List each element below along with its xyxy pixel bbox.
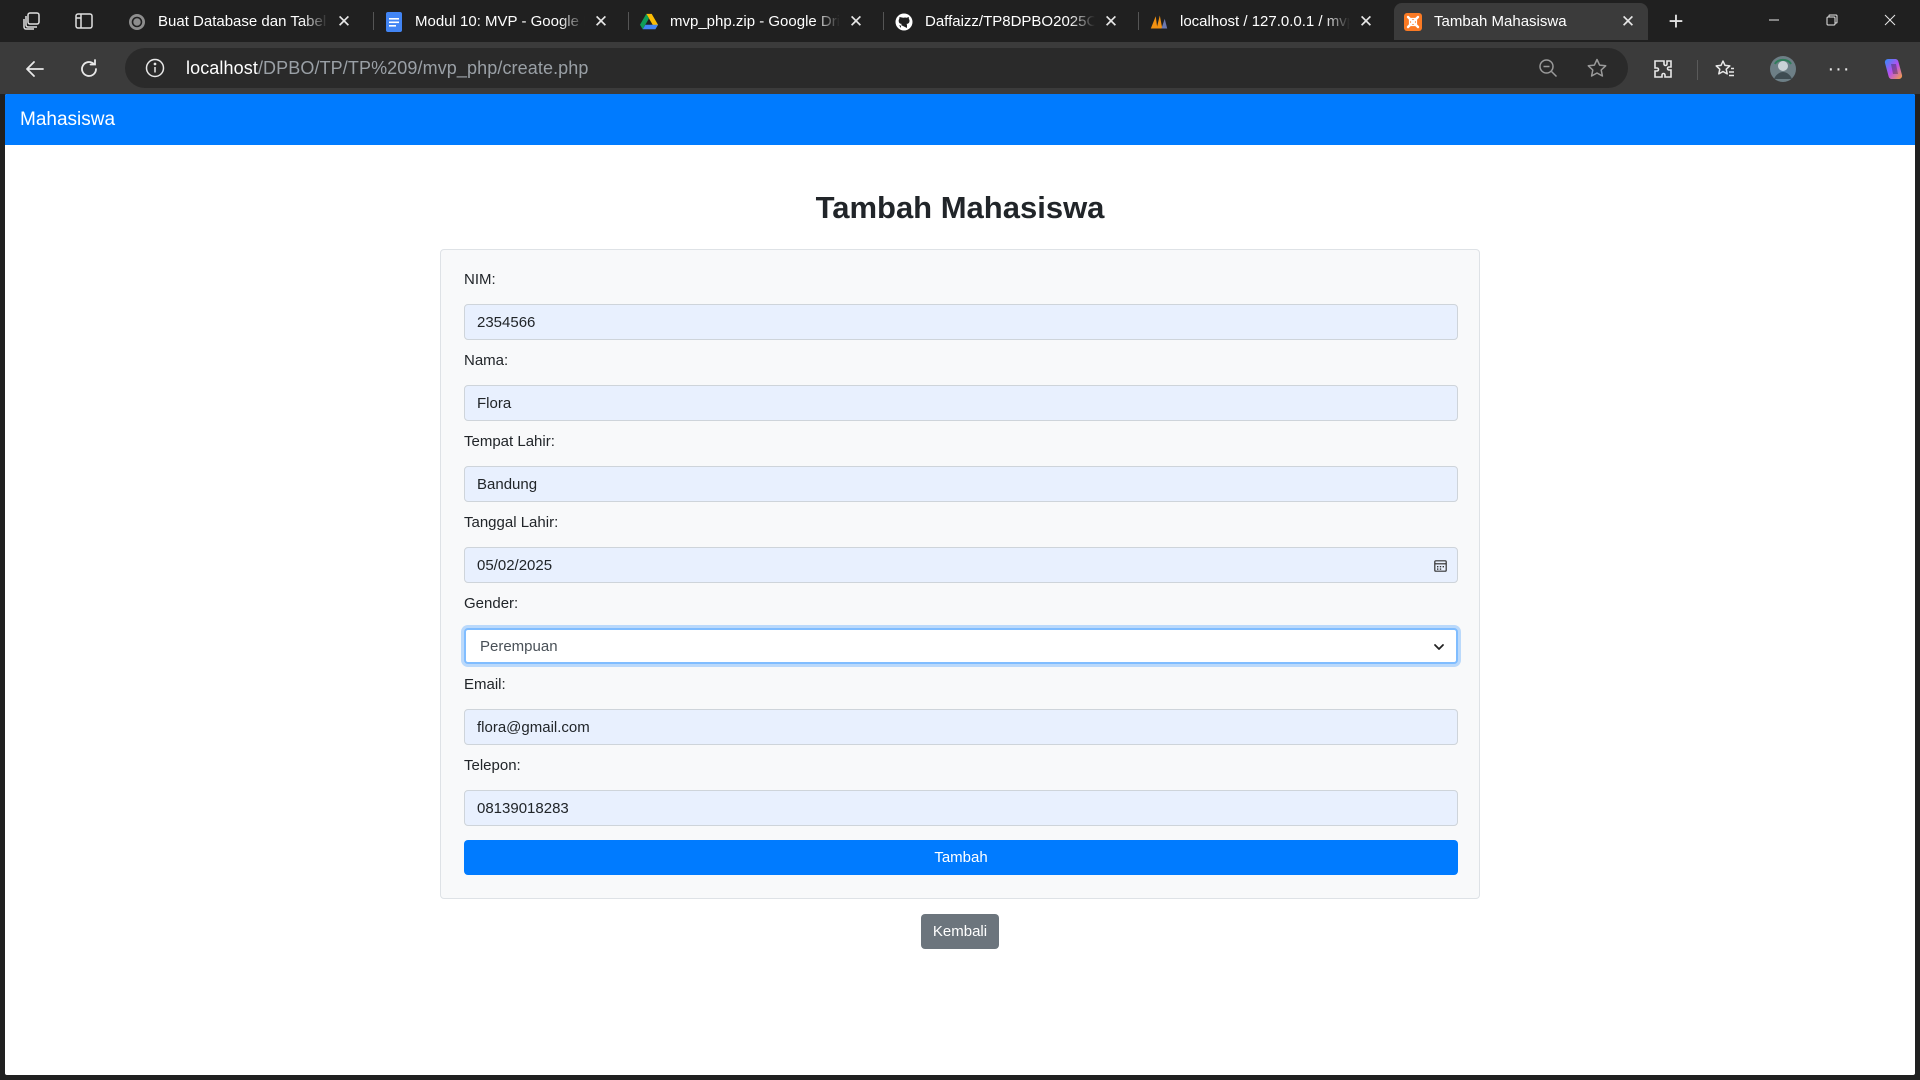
tempat-lahir-input[interactable]: Bandung	[464, 466, 1458, 502]
telepon-input[interactable]: 08139018283	[464, 790, 1458, 826]
new-tab-icon[interactable]: +	[1660, 6, 1692, 36]
extensions-icon[interactable]	[1646, 52, 1680, 86]
tab-title: Tambah Mahasiswa	[1434, 13, 1567, 30]
tab-tambah-mahasiswa[interactable]: Tambah Mahasiswa ✕	[1394, 3, 1648, 40]
google-drive-icon	[640, 13, 658, 31]
close-icon[interactable]: ✕	[1618, 12, 1638, 32]
tab-phpmyadmin[interactable]: localhost / 127.0.0.1 / mvp_php ✕	[1140, 3, 1386, 40]
chatgpt-icon	[128, 13, 146, 31]
tab-github[interactable]: Daffaizz/TP8DPBO2025C1 ✕	[885, 3, 1131, 40]
tab-title: Modul 10: MVP - Google Docs	[415, 13, 585, 30]
xampp-icon	[1404, 12, 1422, 31]
close-icon[interactable]: ✕	[334, 12, 354, 32]
form-group-telepon: Telepon: 08139018283	[464, 757, 1458, 826]
tab-separator	[373, 12, 374, 30]
favorites-icon[interactable]	[1708, 52, 1742, 86]
close-icon[interactable]: ✕	[846, 12, 866, 32]
form-group-nim: NIM: 2354566	[464, 271, 1458, 340]
form-group-gender: Gender: Perempuan	[464, 595, 1458, 664]
chevron-down-icon	[1431, 639, 1447, 655]
nim-input[interactable]: 2354566	[464, 304, 1458, 340]
google-docs-icon	[385, 11, 403, 32]
tab-google-docs[interactable]: Modul 10: MVP - Google Docs ✕	[375, 3, 621, 40]
tab-title: localhost / 127.0.0.1 / mvp_php	[1180, 13, 1350, 30]
url-text[interactable]: localhost/DPBO/TP/TP%209/mvp_php/create.…	[186, 58, 589, 79]
kembali-button[interactable]: Kembali	[921, 914, 999, 949]
tab-google-drive[interactable]: mvp_php.zip - Google Drive ✕	[630, 3, 876, 40]
tanggal-lahir-input[interactable]: 05/02/2025	[464, 547, 1458, 583]
tab-separator	[628, 12, 629, 30]
nama-input[interactable]: Flora	[464, 385, 1458, 421]
minimize-icon[interactable]	[1745, 0, 1803, 40]
navbar-brand[interactable]: Mahasiswa	[20, 109, 115, 131]
tab-actions-icon[interactable]	[68, 6, 100, 36]
window-close-icon[interactable]	[1861, 0, 1919, 40]
reload-icon[interactable]	[72, 52, 106, 86]
tambah-button[interactable]: Tambah	[464, 840, 1458, 875]
tab-title: Buat Database dan Tabel	[158, 13, 327, 30]
gender-selected-value: Perempuan	[480, 638, 558, 655]
navbar: Mahasiswa	[5, 94, 1915, 145]
back-arrow-icon[interactable]	[18, 52, 52, 86]
close-icon[interactable]: ✕	[1101, 12, 1121, 32]
tab-separator	[1138, 12, 1139, 30]
phpmyadmin-icon	[1150, 13, 1168, 31]
form-group-tanggal-lahir: Tanggal Lahir: 05/02/2025	[464, 514, 1458, 583]
tab-separator	[883, 12, 884, 30]
close-icon[interactable]: ✕	[1356, 12, 1376, 32]
gender-select[interactable]: Perempuan	[464, 628, 1458, 664]
form-group-tempat-lahir: Tempat Lahir: Bandung	[464, 433, 1458, 502]
email-label: Email:	[464, 676, 506, 693]
toolbar-divider	[1697, 60, 1698, 80]
zoom-out-icon[interactable]	[1538, 58, 1558, 78]
form-card: NIM: 2354566 Nama: Flora Tempat Lahir: B…	[440, 249, 1480, 899]
more-options-icon[interactable]: ···	[1822, 52, 1856, 86]
tanggal-lahir-label: Tanggal Lahir:	[464, 514, 559, 531]
url-host: localhost	[186, 58, 258, 78]
page-viewport: Mahasiswa Tambah Mahasiswa NIM: 2354566 …	[5, 94, 1915, 1075]
gender-label: Gender:	[464, 595, 519, 612]
site-info-icon[interactable]	[145, 58, 165, 78]
calendar-icon[interactable]	[1432, 557, 1448, 573]
url-path: /DPBO/TP/TP%209/mvp_php/create.php	[257, 58, 589, 78]
browser-toolbar: localhost/DPBO/TP/TP%209/mvp_php/create.…	[0, 42, 1920, 94]
close-icon[interactable]: ✕	[591, 12, 611, 32]
nim-label: NIM:	[464, 271, 496, 288]
page-title: Tambah Mahasiswa	[815, 190, 1105, 225]
tab-title: mvp_php.zip - Google Drive	[670, 13, 840, 30]
workspaces-icon[interactable]	[16, 6, 48, 36]
address-bar[interactable]: localhost/DPBO/TP/TP%209/mvp_php/create.…	[125, 48, 1628, 88]
profile-avatar[interactable]	[1766, 52, 1800, 86]
form-group-nama: Nama: Flora	[464, 352, 1458, 421]
tanggal-lahir-value: 05/02/2025	[477, 557, 553, 574]
tab-title: Daffaizz/TP8DPBO2025C1	[925, 13, 1095, 30]
telepon-label: Telepon:	[464, 757, 521, 774]
copilot-icon[interactable]	[1876, 52, 1910, 86]
form-group-email: Email: flora@gmail.com	[464, 676, 1458, 745]
email-input[interactable]: flora@gmail.com	[464, 709, 1458, 745]
tempat-lahir-label: Tempat Lahir:	[464, 433, 555, 450]
restore-icon[interactable]	[1803, 0, 1861, 40]
tab-chatgpt[interactable]: Buat Database dan Tabel ✕	[118, 3, 364, 40]
tab-strip: Buat Database dan Tabel ✕ Modul 10: MVP …	[0, 0, 1920, 42]
favorite-star-icon[interactable]	[1586, 57, 1608, 79]
github-icon	[895, 13, 913, 31]
nama-label: Nama:	[464, 352, 509, 369]
